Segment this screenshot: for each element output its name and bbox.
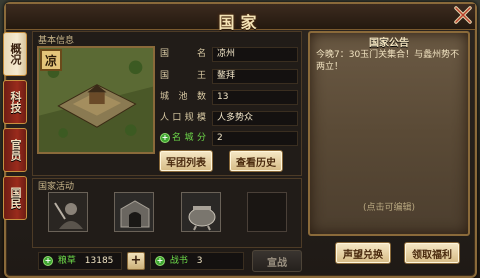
legion-list-button[interactable]: 军团列表 (159, 150, 213, 172)
field-city-count: 城池数 13 (160, 89, 298, 106)
cauldron-activity-icon (182, 193, 220, 231)
notice-edit-hint: (点击可编辑) (362, 203, 416, 213)
field-label: 名城分 (172, 133, 206, 143)
field-population: 人口规模 人多势众 (160, 110, 298, 127)
tab-citizens[interactable]: 国民 (3, 176, 27, 220)
declare-war-button[interactable]: 宣战 (252, 250, 302, 272)
warbook-resource: + 战书 3 (150, 252, 244, 270)
notice-title: 国家公告 (369, 38, 409, 49)
warbook-label: 战书 (169, 256, 188, 266)
add-grain-button[interactable]: + (127, 252, 145, 270)
activity-slot-empty (247, 192, 287, 232)
notice-text[interactable]: 今晚7：30玉门关集合！与蠡州势不两立！ (316, 49, 462, 73)
field-value: 2 (212, 131, 298, 146)
field-famous-city-score[interactable]: 名城分 + 2 (160, 130, 298, 147)
tab-technology[interactable]: 科技 (3, 80, 27, 124)
view-history-button[interactable]: 查看历史 (229, 150, 283, 172)
field-label: 城池数 (160, 92, 206, 102)
grain-resource: + 粮草 13185 (38, 252, 122, 270)
warrior-activity-icon (49, 193, 87, 231)
field-value: 凉州 (212, 47, 298, 62)
basic-info-label: 基本信息 (38, 36, 75, 46)
nation-badge: 凉 (40, 49, 62, 71)
activity-slot[interactable] (181, 192, 221, 232)
title-bar: 国家 (6, 4, 475, 32)
grain-value: 13185 (84, 256, 114, 266)
field-value: 13 (212, 90, 298, 105)
green-plus-icon: + (160, 133, 170, 143)
close-button[interactable] (452, 4, 474, 26)
gate-activity-icon (115, 193, 153, 231)
field-label: 人口规模 (160, 113, 206, 123)
field-value: 人多势众 (212, 111, 298, 126)
activity-slot[interactable] (48, 192, 88, 232)
tab-officials[interactable]: 官员 (3, 128, 27, 172)
field-label: 国名 (160, 49, 206, 59)
prestige-exchange-button[interactable]: 声望兑换 (335, 242, 391, 264)
field-nation-name: 国名 凉州 (160, 46, 298, 63)
field-king: 国王 鳌拜 (160, 68, 298, 85)
grain-label: 粮草 (57, 256, 76, 266)
side-tabs: 概况 科技 官员 国民 (3, 32, 27, 224)
green-plus-icon: + (43, 255, 53, 266)
activity-slot[interactable] (114, 192, 154, 232)
field-value: 鳌拜 (212, 69, 298, 84)
field-label: 国王 (160, 71, 206, 81)
green-plus-icon: + (155, 255, 165, 266)
claim-benefits-button[interactable]: 领取福利 (404, 242, 460, 264)
window-title: 国家 (218, 13, 263, 32)
activities-label: 国家活动 (38, 182, 75, 192)
close-x-icon (454, 6, 472, 24)
tab-overview[interactable]: 概况 (3, 32, 27, 76)
warbook-value: 3 (196, 256, 203, 266)
